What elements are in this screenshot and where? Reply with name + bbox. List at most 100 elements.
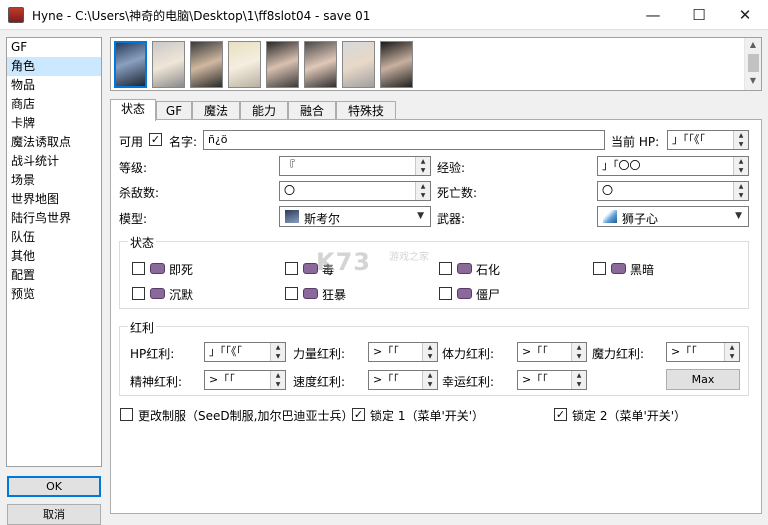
tab-status[interactable]: 状态 bbox=[110, 99, 156, 121]
hp-bonus-value: 」「「《「 bbox=[209, 345, 242, 358]
ok-button[interactable]: OK bbox=[7, 476, 101, 497]
status-berserk-checkbox[interactable] bbox=[285, 287, 298, 300]
sidebar-item-battle-stats[interactable]: 战斗统计 bbox=[7, 152, 101, 171]
sidebar-item-gf[interactable]: GF bbox=[7, 38, 101, 57]
current-hp-stepper[interactable]: 」「「《「 ▲ ▼ bbox=[667, 130, 749, 150]
spd-bonus-stepper[interactable]: >「「 ▲ ▼ bbox=[368, 370, 438, 390]
spr-bonus-stepper[interactable]: >「「 ▲ ▼ bbox=[204, 370, 286, 390]
luck-bonus-stepper[interactable]: >「「 ▲ ▼ bbox=[517, 370, 587, 390]
exp-label: 经验: bbox=[437, 161, 466, 175]
mag-bonus-stepper[interactable]: >「「 ▲ ▼ bbox=[666, 342, 740, 362]
enabled-label: 可用 bbox=[119, 135, 144, 149]
change-uniform-checkbox[interactable] bbox=[120, 408, 133, 421]
character-portrait-list[interactable]: ▲ ▼ bbox=[110, 37, 762, 91]
sidebar-item-party[interactable]: 队伍 bbox=[7, 228, 101, 247]
status-death-label: 即死 bbox=[169, 263, 194, 277]
model-portrait-icon bbox=[285, 210, 299, 223]
title-bar: Hyne - C:\Users\神奇的电脑\Desktop\1\ff8slot0… bbox=[0, 0, 768, 30]
name-label: 名字: bbox=[169, 135, 198, 149]
portrait-seifer[interactable] bbox=[342, 41, 375, 88]
model-select[interactable]: 斯考尔 ▼ bbox=[279, 206, 431, 227]
portrait-rinoa[interactable] bbox=[266, 41, 299, 88]
scroll-thumb[interactable] bbox=[747, 54, 759, 72]
enabled-checkbox[interactable]: ✓ bbox=[149, 133, 162, 146]
deaths-value: 〇 bbox=[602, 184, 613, 197]
status-petrify-label: 石化 bbox=[476, 263, 501, 277]
scroll-down-icon[interactable]: ▼ bbox=[745, 74, 761, 88]
lock1-checkbox[interactable]: ✓ bbox=[352, 408, 365, 421]
sidebar-item-preview[interactable]: 预览 bbox=[7, 285, 101, 304]
tab-junction[interactable]: 融合 bbox=[288, 101, 336, 120]
sidebar-item-world-map[interactable]: 世界地图 bbox=[7, 190, 101, 209]
window-title: Hyne - C:\Users\神奇的电脑\Desktop\1\ff8slot0… bbox=[32, 9, 371, 23]
sidebar-item-chocobo-world[interactable]: 陆行鸟世界 bbox=[7, 209, 101, 228]
portrait-selphie[interactable] bbox=[304, 41, 337, 88]
level-stepper[interactable]: 『 ▲ ▼ bbox=[279, 156, 431, 176]
status-poison-checkbox[interactable] bbox=[285, 262, 298, 275]
sidebar-item-shops[interactable]: 商店 bbox=[7, 95, 101, 114]
name-field[interactable]: ñ¿ö bbox=[203, 130, 605, 150]
exp-spin-buttons[interactable]: ▲ ▼ bbox=[733, 157, 748, 175]
level-spin-buttons[interactable]: ▲ ▼ bbox=[415, 157, 430, 175]
vit-bonus-stepper[interactable]: >「「 ▲ ▼ bbox=[517, 342, 587, 362]
death-icon bbox=[150, 263, 165, 274]
exp-value: 」「〇〇 bbox=[602, 159, 641, 172]
vit-bonus-spin-buttons[interactable]: ▲ ▼ bbox=[571, 343, 586, 361]
portrait-quistis[interactable] bbox=[228, 41, 261, 88]
cancel-button[interactable]: 取消 bbox=[7, 504, 101, 525]
portrait-irvine[interactable] bbox=[190, 41, 223, 88]
chevron-down-icon: ▼ bbox=[417, 211, 424, 221]
sidebar-item-items[interactable]: 物品 bbox=[7, 76, 101, 95]
spd-bonus-spin-buttons[interactable]: ▲ ▼ bbox=[422, 371, 437, 389]
tab-abilities[interactable]: 能力 bbox=[240, 101, 288, 120]
gunblade-icon bbox=[603, 210, 617, 223]
minimize-button[interactable]: — bbox=[630, 0, 676, 30]
sidebar-item-characters[interactable]: 角色 bbox=[7, 57, 101, 76]
sidebar-item-draw-points[interactable]: 魔法诱取点 bbox=[7, 133, 101, 152]
sidebar-item-misc[interactable]: 其他 bbox=[7, 247, 101, 266]
portrait-scrollbar[interactable]: ▲ ▼ bbox=[744, 38, 761, 90]
close-button[interactable]: ✕ bbox=[722, 0, 768, 30]
status-berserk-label: 狂暴 bbox=[322, 288, 347, 302]
lock1-label: 锁定 1（菜单'开关'） bbox=[370, 409, 485, 423]
str-bonus-spin-buttons[interactable]: ▲ ▼ bbox=[422, 343, 437, 361]
sidebar-list[interactable]: GF 角色 物品 商店 卡牌 魔法诱取点 战斗统计 场景 世界地图 陆行鸟世界 … bbox=[6, 37, 102, 467]
exp-stepper[interactable]: 」「〇〇 ▲ ▼ bbox=[597, 156, 749, 176]
hp-bonus-spin-buttons[interactable]: ▲ ▼ bbox=[270, 343, 285, 361]
str-bonus-stepper[interactable]: >「「 ▲ ▼ bbox=[368, 342, 438, 362]
weapon-value: 狮子心 bbox=[622, 212, 659, 226]
tab-gf[interactable]: GF bbox=[156, 101, 192, 120]
deaths-stepper[interactable]: 〇 ▲ ▼ bbox=[597, 181, 749, 201]
portrait-edea[interactable] bbox=[380, 41, 413, 88]
status-darkness-checkbox[interactable] bbox=[593, 262, 606, 275]
mag-bonus-spin-buttons[interactable]: ▲ ▼ bbox=[724, 343, 739, 361]
watermark-caption: 游戏之家 bbox=[389, 252, 429, 263]
weapon-select[interactable]: 狮子心 ▼ bbox=[597, 206, 749, 227]
maximize-button[interactable]: ☐ bbox=[676, 0, 722, 30]
scroll-up-icon[interactable]: ▲ bbox=[745, 38, 761, 52]
mag-bonus-value: >「「 bbox=[671, 345, 697, 358]
portrait-zell[interactable] bbox=[152, 41, 185, 88]
luck-bonus-spin-buttons[interactable]: ▲ ▼ bbox=[571, 371, 586, 389]
deaths-spin-buttons[interactable]: ▲ ▼ bbox=[733, 182, 748, 200]
berserk-icon bbox=[303, 288, 318, 299]
portrait-squall[interactable] bbox=[114, 41, 147, 88]
sidebar-item-cards[interactable]: 卡牌 bbox=[7, 114, 101, 133]
max-button[interactable]: Max bbox=[666, 369, 740, 390]
kills-spin-buttons[interactable]: ▲ ▼ bbox=[415, 182, 430, 200]
spr-bonus-label: 精神红利: bbox=[130, 375, 183, 389]
status-death-checkbox[interactable] bbox=[132, 262, 145, 275]
tab-limit-break[interactable]: 特殊技 bbox=[336, 101, 396, 120]
sidebar-item-config[interactable]: 配置 bbox=[7, 266, 101, 285]
spr-bonus-spin-buttons[interactable]: ▲ ▼ bbox=[270, 371, 285, 389]
lock2-checkbox[interactable]: ✓ bbox=[554, 408, 567, 421]
kills-stepper[interactable]: 〇 ▲ ▼ bbox=[279, 181, 431, 201]
sidebar-item-field[interactable]: 场景 bbox=[7, 171, 101, 190]
status-silence-checkbox[interactable] bbox=[132, 287, 145, 300]
status-zombie-checkbox[interactable] bbox=[439, 287, 452, 300]
hp-bonus-stepper[interactable]: 」「「《「 ▲ ▼ bbox=[204, 342, 286, 362]
current-hp-spin-buttons[interactable]: ▲ ▼ bbox=[733, 131, 748, 149]
status-petrify-checkbox[interactable] bbox=[439, 262, 452, 275]
tab-magic[interactable]: 魔法 bbox=[192, 101, 240, 120]
status-darkness-label: 黑暗 bbox=[630, 263, 655, 277]
